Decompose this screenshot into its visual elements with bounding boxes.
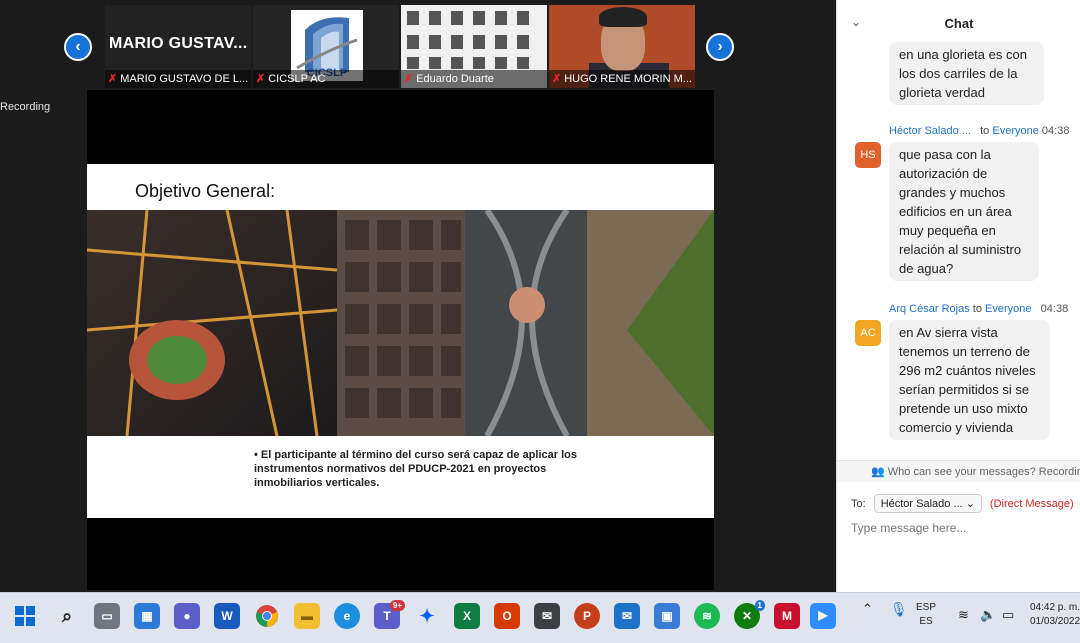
chat-sender-line: Arq César Rojas to Everyone 04:38 bbox=[889, 303, 1068, 315]
chat-recipient-row: To: Héctor Salado ... ⌄ (Direct Message) bbox=[851, 494, 1074, 513]
notification-badge: 9+ bbox=[389, 600, 405, 611]
slide-bullet-text: El participante al término del curso ser… bbox=[254, 449, 577, 489]
to-label: To: bbox=[851, 497, 866, 510]
clock-time: 04:42 p. m. bbox=[1030, 602, 1080, 613]
participant-strip: MARIO GUSTAV... ✗MARIO GUSTAVO DE L... C… bbox=[105, 5, 695, 88]
dropbox-icon[interactable]: ✦ bbox=[414, 603, 440, 629]
slide-bullet: • El participante al término del curso s… bbox=[254, 449, 577, 489]
avatar: HS bbox=[855, 142, 881, 168]
presentation-slide: Objetivo General: • El participante al t… bbox=[87, 164, 714, 518]
teams-chat-icon[interactable]: ● bbox=[174, 603, 200, 629]
search-icon[interactable]: ⌕ bbox=[54, 603, 80, 629]
muted-mic-icon: ✗ bbox=[256, 73, 266, 85]
mcafee-icon[interactable]: M bbox=[774, 603, 800, 629]
participant-tile[interactable]: CICSLP ✗CICSLP AC bbox=[253, 5, 399, 88]
recipient-dropdown[interactable]: Héctor Salado ... ⌄ bbox=[873, 494, 982, 513]
language-indicator[interactable]: ESP ES bbox=[916, 601, 936, 629]
participant-tile[interactable]: MARIO GUSTAV... ✗ MARIO GUSTAVO DE L... bbox=[105, 5, 251, 88]
store-icon[interactable]: ▣ bbox=[654, 603, 680, 629]
screen: Recording ‹ › MARIO GUSTAV... ✗ MARIO GUS… bbox=[0, 0, 1080, 643]
microphone-icon[interactable]: 🎙 bbox=[890, 601, 908, 618]
participant-video bbox=[589, 5, 669, 88]
participant-tile[interactable]: ✗ HUGO RENE MORIN M... bbox=[549, 5, 695, 88]
mail-icon[interactable]: ✉ bbox=[614, 603, 640, 629]
chevron-up-icon[interactable]: ⌃ bbox=[862, 601, 873, 617]
visibility-note-text: Who can see your messages? Recording bbox=[887, 466, 1080, 478]
language-code: ESP bbox=[916, 602, 937, 613]
clock[interactable]: 04:42 p. m. 01/03/2022 bbox=[1030, 601, 1080, 629]
chat-to-prefix: to bbox=[972, 303, 982, 315]
chat-sender[interactable]: Arq César Rojas bbox=[889, 303, 970, 315]
chat-message: que pasa con la autorización de grandes … bbox=[889, 142, 1039, 281]
wifi-icon[interactable]: ≋ bbox=[958, 607, 969, 623]
chevron-down-icon: ⌄ bbox=[965, 498, 975, 510]
edge-icon[interactable]: e bbox=[334, 603, 360, 629]
chevron-left-icon: ‹ bbox=[75, 38, 81, 55]
slide-title: Objetivo General: bbox=[135, 181, 276, 201]
slide-aerial-photo bbox=[87, 210, 714, 436]
participant-name: Eduardo Duarte bbox=[416, 73, 494, 85]
participant-name: MARIO GUSTAVO DE L... bbox=[120, 73, 249, 85]
xbox-icon[interactable]: ✕ 1 bbox=[734, 600, 765, 629]
keyboard-layout: ES bbox=[919, 616, 933, 627]
participant-tile[interactable]: ✗ Eduardo Duarte bbox=[401, 5, 547, 88]
participant-name: HUGO RENE MORIN M... bbox=[564, 73, 692, 85]
next-page-button[interactable]: › bbox=[706, 33, 734, 61]
shared-screen: Objetivo General: • El participante al t… bbox=[87, 90, 714, 590]
task-view-icon[interactable]: ▭ bbox=[94, 603, 120, 629]
clock-date: 01/03/2022 bbox=[1030, 616, 1080, 627]
chevron-right-icon: › bbox=[717, 38, 723, 55]
chat-recipient: Everyone bbox=[985, 303, 1032, 315]
meeting-area: Recording ‹ › MARIO GUSTAV... ✗ MARIO GUS… bbox=[0, 0, 836, 598]
chat-sender[interactable]: Héctor Salado ... bbox=[889, 125, 971, 137]
muted-mic-icon: ✗ bbox=[108, 73, 118, 85]
spotify-icon[interactable]: ≋ bbox=[694, 603, 720, 629]
direct-message-label: (Direct Message) bbox=[989, 497, 1074, 510]
recipient-value: Héctor Salado ... bbox=[880, 498, 963, 510]
chat-panel: ⌄ Chat en una glorieta es con los dos ca… bbox=[836, 0, 1080, 598]
muted-mic-icon: ✗ bbox=[404, 73, 414, 85]
excel-icon[interactable]: X bbox=[454, 603, 480, 629]
avatar: AC bbox=[855, 320, 881, 346]
chat-message: en una glorieta es con los dos carriles … bbox=[889, 42, 1044, 105]
teams-icon[interactable]: T 9+ bbox=[374, 600, 405, 629]
photos-icon[interactable]: ✉ bbox=[534, 603, 560, 629]
windows-start-icon[interactable] bbox=[12, 603, 38, 629]
volume-icon[interactable]: 🔈 bbox=[980, 607, 996, 623]
chat-to-prefix: to bbox=[980, 125, 990, 137]
chat-sender-line: Héctor Salado ... to Everyone 04:38 bbox=[889, 125, 1069, 137]
taskbar: ⌕ ▭ ▦ ● W ▬ e T 9+ ✦ X O ✉ P ✉ ▣ ≋ ✕ 1 M ▶… bbox=[0, 592, 1080, 643]
zoom-icon[interactable]: ▶ bbox=[810, 603, 836, 629]
powerpoint-icon[interactable]: P bbox=[574, 603, 600, 629]
chat-header: ⌄ Chat bbox=[837, 0, 1080, 44]
chat-recipient: Everyone bbox=[992, 125, 1039, 137]
muted-mic-icon: ✗ bbox=[552, 73, 562, 85]
participant-display-name: MARIO GUSTAV... bbox=[109, 35, 248, 52]
widgets-icon[interactable]: ▦ bbox=[134, 603, 160, 629]
chat-message-input[interactable] bbox=[851, 521, 1071, 535]
chat-title: Chat bbox=[944, 16, 974, 31]
previous-page-button[interactable]: ‹ bbox=[64, 33, 92, 61]
file-explorer-icon[interactable]: ▬ bbox=[294, 603, 320, 629]
chrome-icon[interactable] bbox=[254, 603, 280, 629]
people-icon: 👥 bbox=[871, 466, 885, 478]
recording-indicator: Recording bbox=[0, 101, 51, 113]
chat-time: 04:38 bbox=[1040, 303, 1069, 315]
chat-message: en Av sierra vista tenemos un terreno de… bbox=[889, 320, 1050, 440]
notification-badge: 1 bbox=[754, 600, 765, 611]
participant-name: CICSLP AC bbox=[268, 73, 326, 85]
battery-icon[interactable]: ▭ bbox=[1002, 607, 1014, 623]
chat-time: 04:38 bbox=[1041, 125, 1070, 137]
office-icon[interactable]: O bbox=[494, 603, 520, 629]
word-icon[interactable]: W bbox=[214, 603, 240, 629]
chat-visibility-note[interactable]: 👥 Who can see your messages? Recording bbox=[837, 460, 1080, 482]
